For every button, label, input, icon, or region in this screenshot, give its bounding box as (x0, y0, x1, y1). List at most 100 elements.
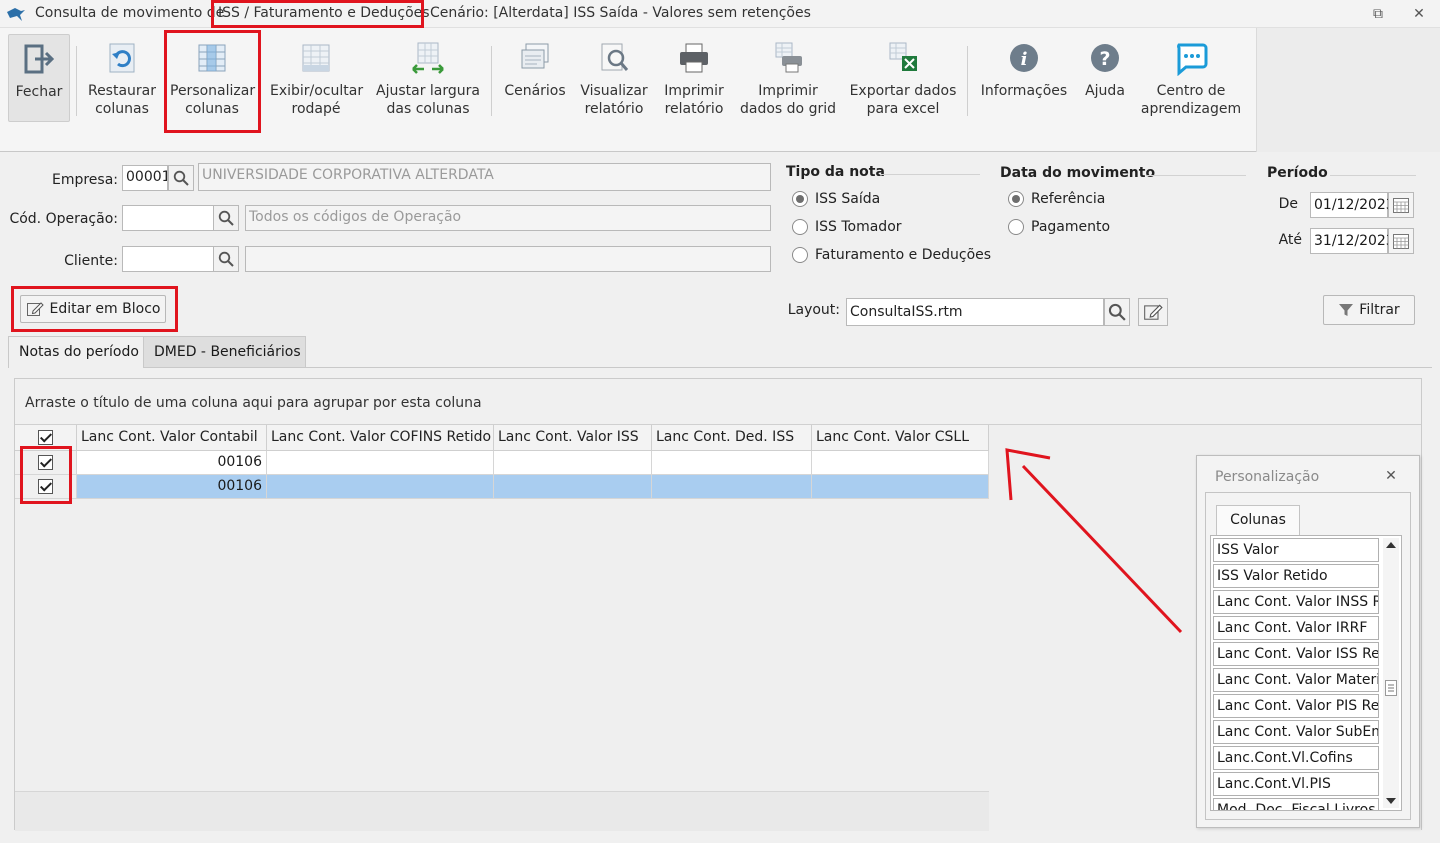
period-from-input[interactable]: 01/12/2023 (1310, 192, 1395, 218)
print-grid-icon (775, 42, 802, 73)
print-report-button[interactable]: Imprimir relatório (658, 28, 730, 124)
fit-columns-button[interactable]: Ajustar largura das colunas (376, 28, 480, 124)
list-item[interactable]: Lanc Cont. Valor Materiais (1213, 668, 1379, 692)
column-header[interactable]: Lanc Cont. Valor COFINS Retido (267, 425, 494, 451)
svg-text:i: i (1021, 49, 1028, 70)
scenarios-button[interactable]: Cenários (500, 28, 570, 124)
list-item[interactable]: Lanc.Cont.Vl.Cofins (1213, 746, 1379, 770)
radio-referencia[interactable]: Referência (1008, 191, 1105, 207)
preview-report-label: Visualizar relatório (580, 83, 648, 117)
printer-icon (680, 43, 708, 73)
select-all-checkbox[interactable] (38, 430, 53, 445)
tab-period-notes[interactable]: Notas do período (8, 336, 144, 368)
list-item[interactable]: Lanc Cont. Valor INSS Retido (1213, 590, 1379, 614)
scroll-down-icon[interactable] (1385, 796, 1397, 806)
close-button[interactable]: Fechar (8, 34, 70, 122)
table-row-selected[interactable]: 00106 (15, 475, 989, 499)
customization-body: Colunas ISS Valor ISS Valor Retido Lanc … (1205, 492, 1411, 820)
radio-dot (792, 219, 808, 235)
filter-label: Filtrar (1359, 302, 1400, 318)
calendar-icon (1393, 198, 1409, 213)
column-header[interactable]: Lanc Cont. Valor ISS (494, 425, 652, 451)
filter-button[interactable]: Filtrar (1323, 295, 1415, 325)
grid-cell[interactable] (812, 451, 989, 475)
radio-iss-saida[interactable]: ISS Saída (792, 191, 880, 207)
period-from-calendar-button[interactable] (1388, 192, 1414, 218)
layout-input[interactable]: ConsultaISS.rtm (846, 298, 1104, 326)
row-checkbox-highlight (20, 446, 72, 504)
scroll-thumb[interactable] (1385, 680, 1397, 696)
restore-window-button[interactable]: ⧉ (1367, 4, 1389, 24)
toggle-footer-button[interactable]: Exibir/ocultar rodapé (270, 28, 363, 124)
restore-columns-button[interactable]: Restaurar colunas (86, 28, 158, 124)
grid-cell[interactable] (267, 451, 494, 475)
list-scrollbar[interactable] (1383, 538, 1399, 808)
grid-cell[interactable] (267, 475, 494, 499)
grid-cell[interactable] (494, 475, 652, 499)
print-grid-button[interactable]: Imprimir dados do grid (740, 28, 836, 124)
operation-search-button[interactable] (213, 205, 239, 231)
list-item[interactable]: ISS Valor Retido (1213, 564, 1379, 588)
window-title-prefix: Consulta de movimento de (35, 5, 225, 21)
grid-cell[interactable] (494, 451, 652, 475)
title-highlight-box (211, 0, 424, 28)
app-logo-icon (7, 8, 25, 21)
period-from-label: De (1278, 196, 1298, 212)
operation-code-input[interactable] (122, 205, 214, 231)
list-item[interactable]: Lanc Cont. Valor ISS Retido (1213, 642, 1379, 666)
tab-columns[interactable]: Colunas (1216, 505, 1300, 537)
company-code-input[interactable]: 00001 (122, 165, 168, 191)
export-excel-button[interactable]: Exportar dados para excel (848, 28, 958, 124)
tab-dmed-beneficiaries[interactable]: DMED - Beneficiários (144, 336, 306, 368)
radio-label: ISS Saída (815, 191, 881, 207)
grid-cell[interactable]: 00106 (77, 451, 267, 475)
table-row[interactable]: 00106 (15, 451, 989, 475)
radio-label: Faturamento e Deduções (815, 247, 992, 263)
client-search-button[interactable] (213, 246, 239, 272)
client-input[interactable] (122, 246, 214, 272)
preview-report-button[interactable]: Visualizar relatório (578, 28, 650, 124)
list-item[interactable]: Lanc.Cont.Vl.PIS (1213, 772, 1379, 796)
close-window-button[interactable]: ✕ (1408, 4, 1430, 24)
layout-label: Layout: (787, 302, 840, 318)
customization-close-button[interactable]: ✕ (1381, 468, 1401, 486)
information-button[interactable]: i Informações (978, 28, 1070, 124)
list-item[interactable]: Lanc Cont. Valor PIS Retido (1213, 694, 1379, 718)
grid-cell[interactable] (652, 451, 812, 475)
column-header[interactable]: Lanc Cont. Ded. ISS (652, 425, 812, 451)
calendar-icon (1393, 234, 1409, 249)
grid-cell[interactable]: 00106 (77, 475, 267, 499)
group-divider (1146, 175, 1246, 176)
layout-edit-button[interactable] (1138, 298, 1168, 326)
list-item[interactable]: ISS Valor (1213, 538, 1379, 562)
scroll-up-icon[interactable] (1385, 540, 1397, 550)
radio-pagamento[interactable]: Pagamento (1008, 219, 1110, 235)
grid-cell[interactable] (812, 475, 989, 499)
radio-faturamento[interactable]: Faturamento e Deduções (792, 247, 991, 263)
learning-center-button[interactable]: Centro de aprendizagem (1140, 28, 1242, 124)
layout-search-button[interactable] (1104, 298, 1130, 326)
grid-cell[interactable] (652, 475, 812, 499)
operation-code-label: Cód. Operação: (9, 211, 118, 227)
list-item[interactable]: Lanc Cont. Valor SubEmpreitada (1213, 720, 1379, 744)
fit-columns-icon (412, 42, 444, 74)
search-icon (173, 170, 189, 186)
period-to-input[interactable]: 31/12/2023 (1310, 228, 1395, 254)
radio-iss-tomador[interactable]: ISS Tomador (792, 219, 902, 235)
column-header[interactable]: Lanc Cont. Valor Contabil (77, 425, 267, 451)
period-to-calendar-button[interactable] (1388, 228, 1414, 254)
grip-icon (1388, 684, 1394, 692)
tab-label: Notas do período (19, 344, 139, 360)
list-item[interactable]: Mod. Doc. Fiscal Livros Fiscais (1213, 798, 1379, 810)
information-label: Informações (980, 83, 1068, 99)
column-header[interactable]: Lanc Cont. Valor CSLL (812, 425, 989, 451)
group-divider (1330, 175, 1416, 176)
search-icon (218, 251, 234, 267)
company-search-button[interactable] (168, 165, 194, 191)
list-item[interactable]: Lanc Cont. Valor IRRF (1213, 616, 1379, 640)
customization-panel: Personalização ✕ Colunas ISS Valor ISS V… (1196, 455, 1420, 828)
chat-bubble-icon (1177, 43, 1208, 76)
help-button[interactable]: ? Ajuda (1078, 28, 1132, 124)
radio-dot (792, 247, 808, 263)
client-label: Cliente: (64, 253, 118, 269)
